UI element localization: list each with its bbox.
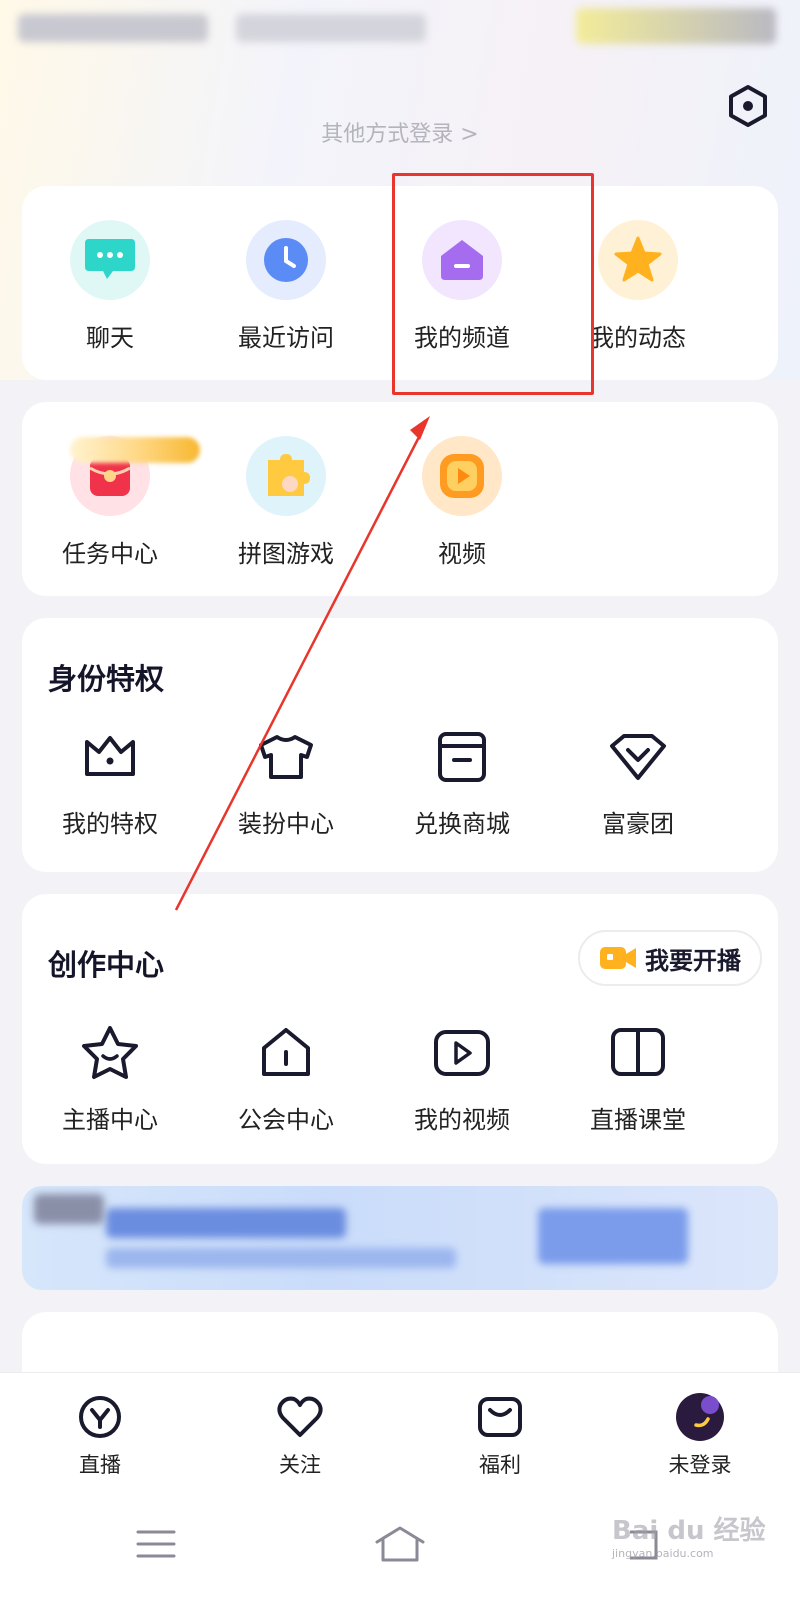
tab-profile[interactable]: 未登录 <box>630 1393 770 1479</box>
creation-label: 公会中心 <box>238 1106 334 1134</box>
status-bar-blurred-center <box>236 14 426 42</box>
quick-actions-card: 聊天 最近访问 我的频道 我的动态 <box>22 186 778 380</box>
status-bar-blurred-right <box>576 8 776 44</box>
creation-label: 直播课堂 <box>590 1106 686 1134</box>
puzzle-icon <box>246 436 326 516</box>
clock-icon <box>246 220 326 300</box>
quick-action-my-channel[interactable]: 我的频道 <box>374 220 550 353</box>
gift-box-icon <box>478 1397 522 1437</box>
bottom-tab-bar: 直播 关注 福利 未登录 <box>0 1372 800 1492</box>
privilege-rich-club[interactable]: 富豪团 <box>550 724 726 839</box>
other-login-link[interactable]: 其他方式登录 > <box>0 116 800 148</box>
channel-house-icon <box>422 220 502 300</box>
creation-anchor-center[interactable]: 主播中心 <box>22 1020 198 1135</box>
service-label: 任务中心 <box>62 540 158 568</box>
privilege-label: 我的特权 <box>62 810 158 838</box>
video-camera-icon <box>600 947 636 969</box>
book-icon <box>598 1020 678 1086</box>
quick-action-recent[interactable]: 最近访问 <box>198 220 374 353</box>
tab-label: 直播 <box>79 1453 121 1477</box>
status-bar <box>0 0 800 60</box>
creation-guild-center[interactable]: 公会中心 <box>198 1020 374 1135</box>
tab-label: 未登录 <box>668 1453 732 1477</box>
service-label: 拼图游戏 <box>238 540 334 568</box>
privileges-card: 身份特权 我的特权 装扮中心 兑换商城 富豪团 <box>22 618 778 872</box>
watermark-url: jingyan.baidu.com <box>612 1547 714 1560</box>
avatar-moon-icon <box>676 1393 724 1441</box>
tab-follow[interactable]: 关注 <box>230 1393 370 1479</box>
tab-label: 福利 <box>479 1453 521 1477</box>
promo-banner[interactable] <box>22 1186 778 1290</box>
heart-icon <box>277 1396 323 1437</box>
service-puzzle-game[interactable]: 拼图游戏 <box>198 436 374 569</box>
play-square-icon <box>422 1020 502 1086</box>
diamond-icon <box>598 724 678 790</box>
service-video[interactable]: 视频 <box>374 436 550 569</box>
watermark-brand: Bai du 经验 <box>612 1516 766 1546</box>
guild-house-icon <box>246 1020 326 1086</box>
watermark: Bai du 经验 jingyan.baidu.com <box>612 1510 766 1560</box>
promo-banner-blurred-subtitle <box>106 1248 456 1268</box>
creation-my-videos[interactable]: 我的视频 <box>374 1020 550 1135</box>
nav-home-button[interactable] <box>360 1514 440 1574</box>
menu-lines-icon <box>136 1530 176 1558</box>
creation-label: 我的视频 <box>414 1106 510 1134</box>
tab-label: 关注 <box>279 1453 321 1477</box>
privileges-title: 身份特权 <box>48 662 165 696</box>
privilege-my-privileges[interactable]: 我的特权 <box>22 724 198 839</box>
quick-action-chat[interactable]: 聊天 <box>22 220 198 353</box>
privilege-label: 富豪团 <box>602 810 674 838</box>
quick-action-label: 我的频道 <box>414 324 510 352</box>
privilege-label: 兑换商城 <box>414 810 510 838</box>
creation-center-card: 创作中心 我要开播 主播中心 公会中心 我的视频 直播课堂 <box>22 894 778 1164</box>
promo-banner-blurred-number <box>538 1208 688 1264</box>
star-icon <box>598 220 678 300</box>
services-card: 任务中心 拼图游戏 视频 <box>22 402 778 596</box>
task-center-badge-blurred <box>70 437 200 463</box>
privilege-exchange-mall[interactable]: 兑换商城 <box>374 724 550 839</box>
promo-banner-blurred-tag <box>34 1194 104 1224</box>
quick-action-label: 聊天 <box>86 324 134 352</box>
video-play-icon <box>422 436 502 516</box>
privilege-dressup-center[interactable]: 装扮中心 <box>198 724 374 839</box>
creation-title: 创作中心 <box>48 948 165 982</box>
tab-welfare[interactable]: 福利 <box>430 1393 570 1479</box>
home-outline-icon <box>375 1526 425 1562</box>
crown-icon <box>70 724 150 790</box>
privilege-label: 装扮中心 <box>238 810 334 838</box>
live-y-icon <box>79 1396 121 1438</box>
nav-menu-button[interactable] <box>116 1514 196 1574</box>
go-live-label: 我要开播 <box>645 946 741 975</box>
tab-live[interactable]: 直播 <box>30 1393 170 1479</box>
quick-action-my-moments[interactable]: 我的动态 <box>550 220 726 353</box>
tshirt-icon <box>246 724 326 790</box>
go-live-button[interactable]: 我要开播 <box>578 930 762 986</box>
store-icon <box>422 724 502 790</box>
quick-action-label: 我的动态 <box>590 324 686 352</box>
status-bar-blurred-left <box>18 14 208 42</box>
star-face-icon <box>70 1020 150 1086</box>
promo-banner-blurred-title <box>106 1208 346 1238</box>
creation-live-classroom[interactable]: 直播课堂 <box>550 1020 726 1135</box>
next-card-partial <box>22 1312 778 1372</box>
chat-bubble-icon <box>70 220 150 300</box>
creation-label: 主播中心 <box>62 1106 158 1134</box>
quick-action-label: 最近访问 <box>238 324 334 352</box>
service-label: 视频 <box>438 540 486 568</box>
